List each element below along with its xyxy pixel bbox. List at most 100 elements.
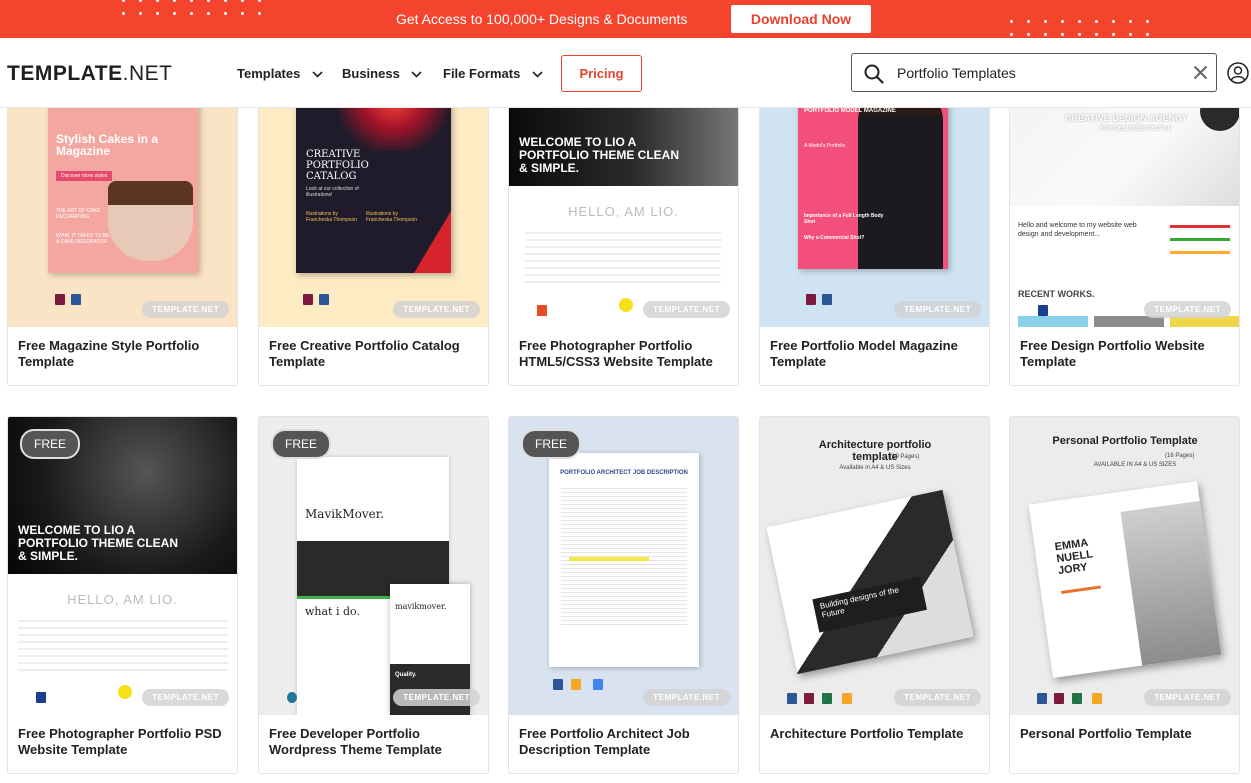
word-icon [822,294,832,305]
template-card[interactable]: PORTFOLIO MODEL MAGAZINE A Model's Portf… [759,60,990,386]
search-box [851,53,1217,92]
publisher-icon [1072,693,1082,704]
template-thumbnail: WELCOME TO LIO A PORTFOLIO THEME CLEAN &… [8,417,237,715]
document-lines [561,485,687,625]
search-icon[interactable] [864,64,884,84]
site-logo[interactable]: TEMPLATE.NET [7,62,172,86]
template-title[interactable]: Personal Portfolio Template [1020,726,1230,742]
free-badge: FREE [20,429,81,459]
promo-dots-left [122,0,262,18]
cake-image [108,181,193,261]
template-title[interactable]: Free Design Portfolio Website Template [1020,338,1230,370]
pricing-button[interactable]: Pricing [561,55,642,92]
word-icon [319,294,329,305]
word-icon [1037,693,1047,704]
template-thumbnail: Personal Portfolio Template (16 Pages) A… [1010,417,1239,715]
template-card[interactable]: PORTFOLIO ARCHITECT JOB DESCRIPTION FREE… [508,416,739,774]
template-card[interactable]: WELCOME TO LIO A PORTFOLIO THEME CLEAN &… [7,416,238,774]
template-card[interactable]: CREATIVE DESIGN AGENCY FOR DESIGNER PEOP… [1009,60,1240,386]
template-card[interactable]: WELCOME TO LIO A PORTFOLIO THEME CLEAN &… [508,60,739,386]
photoshop-icon [1038,305,1048,316]
cover-shape [414,211,451,273]
skill-bar [1170,238,1230,241]
template-title[interactable]: Free Developer Portfolio Wordpress Theme… [269,726,479,758]
template-card[interactable]: Architecture portfolio template (10 Page… [759,416,990,774]
template-card[interactable]: MavikMover. what i do. mavikmover. Quali… [258,416,489,774]
nav-file-formats[interactable]: File Formats [443,66,543,81]
template-thumbnail: PORTFOLIO ARCHITECT JOB DESCRIPTION FREE… [509,417,738,715]
thumb-line-2: Illustrations by Francheska Thompson [366,211,418,223]
thumb-line-1: Hello and welcome to my website web desi… [1018,222,1137,238]
promo-text: Get Access to 100,000+ Designs & Documen… [396,11,688,27]
template-card[interactable]: Personal Portfolio Template (16 Pages) A… [1009,416,1240,774]
template-net-watermark: TEMPLATE.NET [1144,689,1231,706]
template-card[interactable]: Stylish Cakes in a Magazine Discover mor… [7,60,238,386]
thumb-heading: WELCOME TO LIO A PORTFOLIO THEME CLEAN &… [519,135,679,175]
user-account-icon[interactable] [1227,62,1249,84]
indesign-icon [303,294,313,305]
thumb-heading: MavikMover. [305,507,384,521]
thumb-line-1: Illustrations by Francheska Thompson [306,211,358,223]
template-title[interactable]: Architecture Portfolio Template [770,726,980,742]
word-icon [71,294,81,305]
free-badge: FREE [271,429,332,459]
chevron-down-icon [532,71,543,78]
site-header: TEMPLATE.NET Templates Business File For… [0,38,1251,108]
template-title[interactable]: Free Portfolio Architect Job Description… [519,726,729,758]
thumb-line-2: Building designs of the Future [812,576,928,633]
word-icon [787,693,797,704]
pages-icon [842,693,852,704]
indesign-icon [1054,693,1064,704]
pages-icon [1092,693,1102,704]
nav-business[interactable]: Business [342,66,423,81]
template-thumbnail: Architecture portfolio template (10 Page… [760,417,989,715]
template-title[interactable]: Free Portfolio Model Magazine Template [770,338,980,370]
thumb-line-2: RECENT WORKS. [1018,289,1095,299]
template-title[interactable]: Free Creative Portfolio Catalog Template [269,338,479,370]
skill-bar [1170,251,1230,254]
template-net-watermark: TEMPLATE.NET [1144,301,1231,318]
photoshop-icon [36,692,46,703]
thumb-sub: Look at our collection of illustrations! [306,186,359,198]
document-page: PORTFOLIO ARCHITECT JOB DESCRIPTION [549,453,699,667]
template-title[interactable]: Free Photographer Portfolio HTML5/CSS3 W… [519,338,729,370]
lorem-text-block [525,227,721,283]
nav-templates[interactable]: Templates [237,66,323,81]
thumb-sub: HELLO, AM LIO. [568,204,679,219]
thumb-line-1: mavikmover. [395,602,447,611]
template-net-watermark: TEMPLATE.NET [393,301,480,318]
thumb-line-2: Quality. [395,672,417,678]
template-card[interactable]: CREATIVE PORTFOLIO CATALOG Look at our c… [258,60,489,386]
thumb-line-2: WHAT IT TAKES TO BE A CAKE DECORATOR [56,233,110,245]
thumb-line-1: Importance of a Full Length Body Shot [804,213,884,225]
thumb-line-1: THE ART OF CAKE DECORATING [56,208,101,220]
thumb-line-2: EMMA NUELL JORY [1054,536,1094,578]
search-input[interactable] [897,63,1177,83]
thumb-sub: HELLO, AM LIO. [67,592,178,607]
thumb-heading: WELCOME TO LIO A PORTFOLIO THEME CLEAN &… [18,523,178,563]
highlight [569,557,649,561]
template-net-watermark: TEMPLATE.NET [393,689,480,706]
template-net-watermark: TEMPLATE.NET [142,689,229,706]
download-now-button[interactable]: Download Now [731,5,871,33]
nav-business-label: Business [342,66,400,81]
indesign-icon [806,294,816,305]
brochure-image: Building designs of the Future [766,489,974,675]
thumb-sub: Discover more styles [56,171,113,181]
template-title[interactable]: Free Photographer Portfolio PSD Website … [18,726,228,758]
word-icon [553,679,563,690]
thumb-heading: PORTFOLIO MODEL MAGAZINE [804,108,896,114]
thumb-heading: Architecture portfolio template [818,439,932,463]
template-title[interactable]: Free Magazine Style Portfolio Template [18,338,228,370]
nav-templates-label: Templates [237,66,301,81]
thumb-line-2: Why a Commercial Shot? [804,235,865,241]
thumb-sub: A Model's Portfolio [804,143,846,149]
clear-search-icon[interactable] [1193,65,1208,80]
cursor-icon [118,685,132,699]
template-thumbnail: MavikMover. what i do. mavikmover. Quali… [259,417,488,715]
skill-bar [1170,225,1230,228]
thumb-heading: CREATIVE DESIGN AGENCY [1065,113,1188,123]
nav-file-formats-label: File Formats [443,66,521,81]
logo-main: TEMPLATE [7,62,123,85]
template-net-watermark: TEMPLATE.NET [643,689,730,706]
